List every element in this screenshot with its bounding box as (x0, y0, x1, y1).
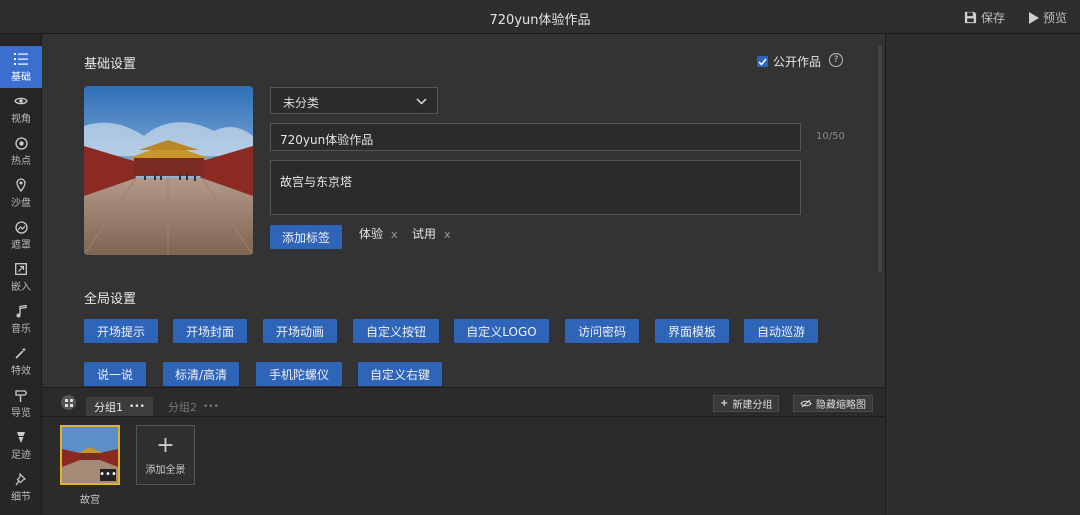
intro-animation-button[interactable]: 开场动画 (263, 319, 337, 343)
sidebar-item-basic[interactable]: 基础 (0, 46, 42, 88)
public-checkbox[interactable] (757, 56, 768, 67)
sidebar-label: 特效 (11, 366, 31, 377)
intro-tip-button[interactable]: 开场提示 (84, 319, 158, 343)
ui-template-button[interactable]: 界面模板 (655, 319, 729, 343)
magic-wand-icon (15, 345, 27, 361)
list-icon (14, 51, 28, 67)
group-tab-label: 分组2 (168, 400, 197, 414)
add-tag-button[interactable]: 添加标签 (270, 225, 342, 249)
group-tab-label: 分组1 (94, 400, 123, 414)
access-password-button[interactable]: 访问密码 (565, 319, 639, 343)
tag-item: 体验 x (359, 225, 398, 242)
mask-icon (14, 219, 28, 235)
cover-image[interactable] (84, 86, 253, 255)
plus-icon: + (720, 398, 729, 409)
sidebar-label: 足迹 (11, 450, 31, 461)
title-input-value: 720yun体验作品 (280, 133, 374, 147)
basic-settings-title: 基础设置 (84, 57, 137, 72)
sd-hd-button[interactable]: 标清/高清 (163, 362, 239, 386)
comments-button[interactable]: 说一说 (84, 362, 146, 386)
sidebar-label: 嵌入 (11, 282, 31, 293)
more-options-icon[interactable]: ••• (99, 469, 117, 481)
scene-label: 故宫 (80, 495, 100, 506)
new-group-label: 新建分组 (732, 400, 773, 411)
right-panel (885, 34, 1080, 515)
hide-thumbnails-label: 隐藏缩略图 (816, 400, 866, 411)
sidebar-label: 导览 (11, 408, 31, 419)
sidebar-label: 音乐 (11, 324, 31, 335)
custom-logo-button[interactable]: 自定义LOGO (454, 319, 549, 343)
save-button[interactable]: 保存 (964, 9, 1005, 26)
description-textarea[interactable]: 故宫与东京塔 (270, 160, 801, 215)
tag-label: 体验 (359, 227, 384, 241)
group-tab-2[interactable]: 分组2 ••• (160, 397, 227, 416)
sidebar-label: 遮罩 (11, 240, 31, 251)
map-pin-icon (16, 177, 26, 193)
sidebar-item-music[interactable]: 音乐 (0, 298, 42, 340)
top-bar: 720yun体验作品 保存 预览 (0, 0, 1080, 34)
more-options-icon[interactable]: ••• (203, 402, 219, 412)
more-options-icon[interactable]: ••• (129, 402, 145, 412)
sidebar-item-guide[interactable]: 导览 (0, 382, 42, 424)
title-input[interactable]: 720yun体验作品 (270, 123, 801, 151)
grid-icon[interactable] (61, 395, 76, 410)
add-panorama-label: 添加全景 (145, 464, 186, 476)
hide-thumbnails-button[interactable]: 隐藏缩略图 (793, 395, 873, 412)
embed-icon (15, 261, 27, 277)
signpost-icon (15, 387, 27, 403)
tag-remove-button[interactable]: x (391, 228, 398, 241)
tag-remove-button[interactable]: x (444, 228, 451, 241)
title-char-counter: 10/50 (816, 131, 845, 142)
save-label: 保存 (981, 11, 1006, 25)
add-panorama-button[interactable]: + 添加全景 (136, 425, 195, 485)
sidebar-item-sandtable[interactable]: 沙盘 (0, 172, 42, 214)
eye-off-icon (800, 399, 812, 408)
preview-button[interactable]: 预览 (1028, 9, 1067, 26)
settings-scrollbar[interactable] (878, 46, 882, 272)
sidebar-item-embed[interactable]: 嵌入 (0, 256, 42, 298)
save-icon (964, 11, 977, 24)
sidebar-label: 视角 (11, 114, 31, 125)
gyroscope-button[interactable]: 手机陀螺仪 (256, 362, 342, 386)
music-icon (16, 303, 27, 319)
group-tab-1[interactable]: 分组1 ••• (86, 397, 153, 416)
global-settings-title: 全局设置 (84, 292, 137, 307)
public-work-toggle[interactable]: 公开作品 (757, 53, 821, 70)
sidebar-item-effects[interactable]: 特效 (0, 340, 42, 382)
tag-item: 试用 x (412, 225, 451, 242)
category-value: 未分类 (283, 96, 320, 110)
plus-icon: + (156, 432, 175, 458)
eye-icon (14, 93, 28, 109)
preview-label: 预览 (1043, 11, 1068, 25)
sidebar-item-view[interactable]: 视角 (0, 88, 42, 130)
work-title: 720yun体验作品 (489, 13, 591, 28)
sidebar-label: 细节 (11, 492, 31, 503)
sidebar-item-hotspot[interactable]: 热点 (0, 130, 42, 172)
sidebar-label: 热点 (11, 156, 31, 167)
footprint-icon (15, 429, 27, 445)
play-icon (1029, 11, 1039, 24)
category-select[interactable]: 未分类 (270, 87, 438, 114)
target-icon (14, 135, 28, 151)
public-label: 公开作品 (773, 55, 822, 69)
custom-button-button[interactable]: 自定义按钮 (353, 319, 439, 343)
tag-label: 试用 (412, 227, 437, 241)
sidebar-item-footprint[interactable]: 足迹 (0, 424, 42, 466)
chevron-down-icon (416, 94, 427, 108)
help-icon[interactable]: ? (829, 53, 843, 67)
scene-thumbnail[interactable]: ••• (60, 425, 120, 485)
sidebar-label: 沙盘 (11, 198, 31, 209)
sidebar-item-detail[interactable]: 细节 (0, 466, 42, 508)
intro-cover-button[interactable]: 开场封面 (173, 319, 247, 343)
custom-right-click-button[interactable]: 自定义右键 (358, 362, 442, 386)
sidebar-item-mask[interactable]: 遮罩 (0, 214, 42, 256)
description-value: 故宫与东京塔 (280, 175, 353, 189)
auto-tour-button[interactable]: 自动巡游 (744, 319, 818, 343)
new-group-button[interactable]: + 新建分组 (713, 395, 780, 412)
pin-icon (15, 471, 27, 487)
sidebar: 基础 视角 热点 沙盘 遮罩 嵌入 音乐 特效 导览 足迹 细节 (0, 34, 42, 515)
sidebar-label: 基础 (11, 72, 31, 83)
